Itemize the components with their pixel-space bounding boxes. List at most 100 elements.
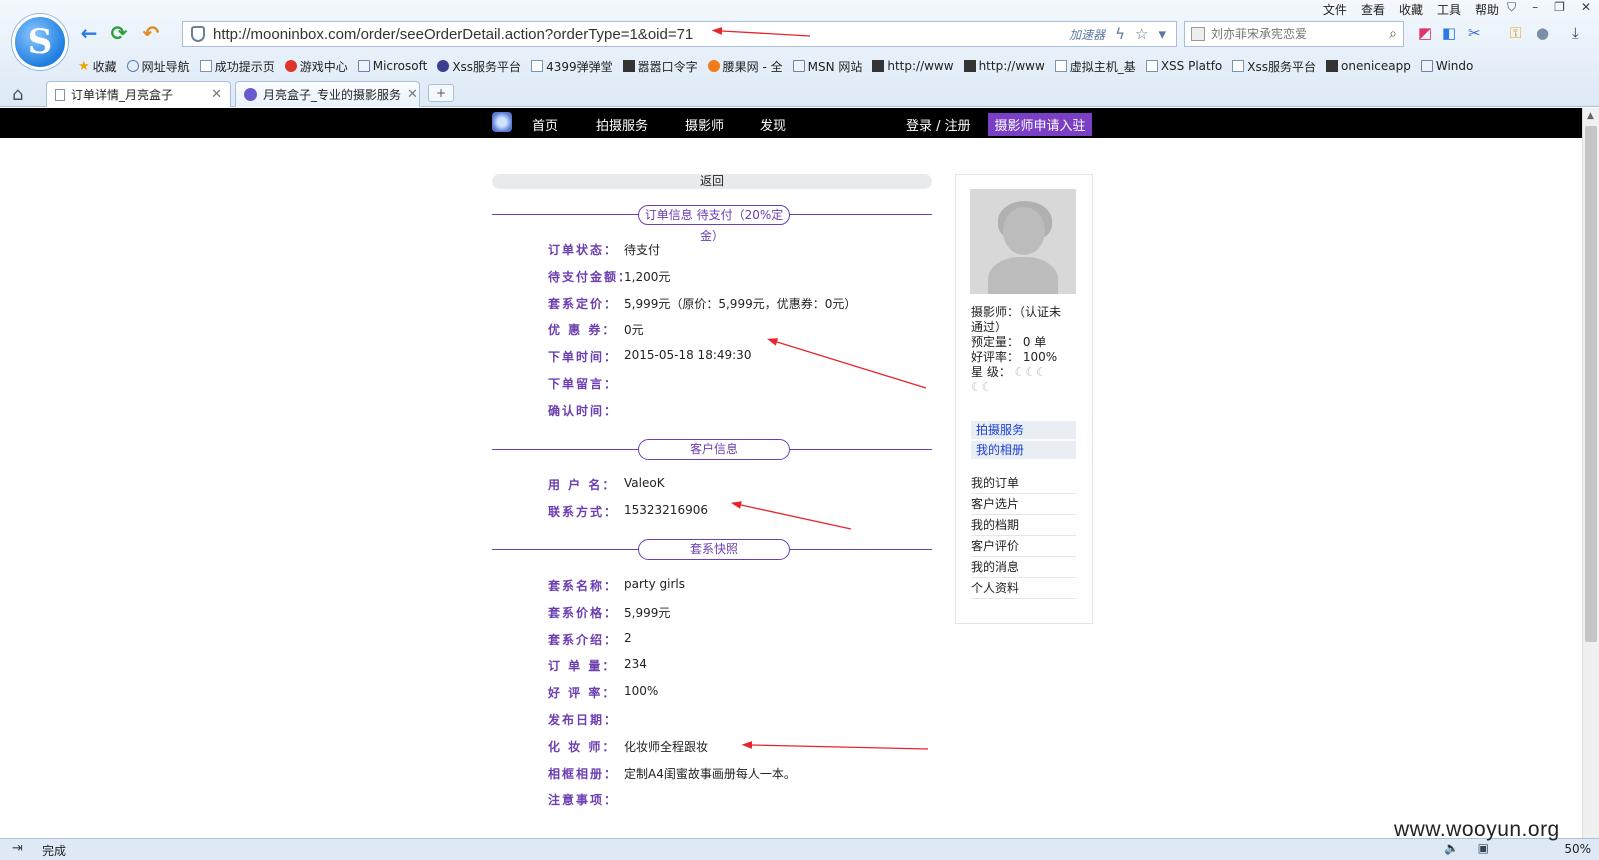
bookmark-label: 成功提示页 [214,59,275,74]
field-row: 待支付金额： 1,200元 [548,268,670,285]
bookmark-item[interactable]: http://www [872,59,954,73]
bookmark-item[interactable]: 嚣嚣口令字 [622,58,698,75]
field-value: 234 [624,657,647,672]
new-tab-button[interactable]: + [428,84,454,102]
scroll-thumb[interactable] [1585,126,1597,642]
sidebar-menu-item[interactable]: 我的订单 [971,473,1076,494]
volume-icon[interactable]: 🔈 [1444,841,1459,855]
sidebar-menu-item[interactable]: 我的档期 [971,515,1076,536]
back-button[interactable]: 返回 [492,174,932,189]
plugin-icon[interactable]: ◧ [1442,24,1456,42]
bookmark-item[interactable]: http://www [963,59,1045,73]
close-tab-icon[interactable]: ✕ [407,87,418,102]
bookmark-item[interactable]: 腰果网 - 全 [707,58,783,75]
menu-tools[interactable]: 工具 [1437,1,1461,18]
browser-chrome: S ← ⟳ ↶ http://mooninbox.com/order/seeOr… [0,0,1599,107]
field-label: 好 评 率： [548,686,617,701]
chevron-down-icon[interactable]: ▾ [1158,25,1166,43]
favorite-star-icon[interactable]: ☆ [1135,25,1148,43]
address-bar[interactable]: http://mooninbox.com/order/seeOrderDetai… [182,21,1177,47]
bookmark-item[interactable]: 游戏中心 [284,58,348,75]
window-controls: ⛉ – ❐ ✕ [1507,0,1591,15]
field-label: 套系定价： [548,296,619,311]
sidebar-toggle-icon[interactable]: ⇥ [12,841,23,856]
field-row: 好 评 率： 100% [548,684,658,701]
close-tab-icon[interactable]: ✕ [211,87,222,102]
photographer-apply-button[interactable]: 摄影师申请入驻 [988,113,1092,136]
site-logo-icon[interactable] [492,112,512,132]
menu-view[interactable]: 查看 [1361,1,1385,18]
window-icon[interactable]: ▣ [1478,841,1489,855]
tab-bar: ⌂ 订单详情_月亮盒子 ✕ 月亮盒子_专业的摄影服务 ✕ + [0,81,1599,107]
undo-icon[interactable]: ↶ [140,21,162,45]
lightning-icon[interactable]: ϟ [1115,25,1125,43]
bookmark-item[interactable]: Microsoft [357,59,427,73]
bookmark-item[interactable]: 虚拟主机_基 [1054,58,1136,75]
field-label: 确认时间： [548,403,619,418]
bookmark-item[interactable]: XSS Platfo [1145,59,1222,73]
accelerator-label[interactable]: 加速器 [1069,26,1105,43]
bookmark-item[interactable]: MSN 网站 [792,58,863,75]
bookmark-item[interactable]: 网址导航 [126,58,190,75]
key-icon[interactable]: ⚿ [1510,24,1521,42]
menu-file[interactable]: 文件 [1323,1,1347,18]
field-value: ValeoK [624,476,665,490]
close-window-icon[interactable]: ✕ [1581,0,1591,15]
sidebar-link-service[interactable]: 拍摄服务 [971,421,1076,439]
bookmark-item[interactable]: Xss服务平台 [437,58,521,75]
field-label: 相框相册： [548,766,619,781]
address-url[interactable]: http://mooninbox.com/order/seeOrderDetai… [213,26,1069,43]
skin-icon[interactable]: ⛉ [1507,0,1516,15]
page-scrollbar[interactable]: ▲ [1582,108,1599,838]
bookmark-item[interactable]: 4399弹弹堂 [531,58,613,75]
home-icon[interactable]: ⌂ [12,84,23,105]
booking-count: 预定量： 0 单 [971,335,1047,349]
screenshot-icon[interactable]: ◩ [1418,24,1432,42]
photographer-status-line1: 摄影师：（认证未 [971,305,1062,319]
minimize-icon[interactable]: – [1532,0,1538,15]
refresh-icon[interactable]: ⟳ [108,21,130,45]
search-engine-icon[interactable] [1191,27,1205,41]
menu-help[interactable]: 帮助 [1475,1,1499,18]
menu-favorites[interactable]: 收藏 [1399,1,1423,18]
sidebar-menu-item[interactable]: 我的消息 [971,557,1076,578]
image-icon [963,60,976,72]
search-icon[interactable]: ⌕ [1389,26,1397,42]
download-icon[interactable]: ⤓ [1572,24,1579,42]
field-value: 5,999元（原价：5,999元，优惠券：0元） [624,296,857,311]
bookmark-item[interactable]: ★ 收藏 [78,58,117,75]
nav-home[interactable]: 首页 [532,115,558,134]
tab-order-detail[interactable]: 订单详情_月亮盒子 ✕ [46,81,231,107]
sidebar-menu-item[interactable]: 客户评价 [971,536,1076,557]
back-arrow-icon[interactable]: ← [78,21,100,45]
bookmark-item[interactable]: oneniceapp [1326,59,1411,73]
search-box[interactable]: ⌕ [1184,21,1404,47]
bookmark-item[interactable]: Xss服务平台 [1232,58,1316,75]
browser-logo-icon[interactable]: S [12,14,68,70]
tools-icon[interactable]: ✂ [1468,24,1481,42]
field-label: 优 惠 券： [548,323,617,338]
bookmark-item[interactable]: 成功提示页 [199,58,275,75]
nav-service[interactable]: 拍摄服务 [596,115,648,134]
search-input[interactable] [1211,27,1390,41]
field-label: 化 妆 师： [548,739,617,754]
sidebar-link-album[interactable]: 我的相册 [971,441,1076,459]
sidebar-menu-item[interactable]: 客户选片 [971,494,1076,515]
scroll-up-icon[interactable]: ▲ [1587,111,1594,121]
bookmark-label: MSN 网站 [807,59,863,74]
chat-icon[interactable]: ● [1536,24,1549,42]
field-row: 套系介绍： 2 [548,631,632,648]
page-icon [1054,60,1067,72]
nav-login-register[interactable]: 登录 / 注册 [906,115,971,134]
zoom-level[interactable]: 50% [1564,842,1591,856]
field-value: 待支付 [624,243,661,257]
field-label: 下单时间： [548,350,619,365]
nav-discover[interactable]: 发现 [760,115,786,134]
nav-photographer[interactable]: 摄影师 [685,115,724,134]
game-icon [284,60,297,72]
restore-icon[interactable]: ❐ [1554,0,1565,15]
package-snapshot-title: 套系快照 [638,539,790,560]
bookmark-item[interactable]: Windo [1420,59,1473,73]
tab-mooninbox-home[interactable]: 月亮盒子_专业的摄影服务 ✕ [235,81,420,107]
sidebar-menu-item[interactable]: 个人资料 [971,578,1076,599]
